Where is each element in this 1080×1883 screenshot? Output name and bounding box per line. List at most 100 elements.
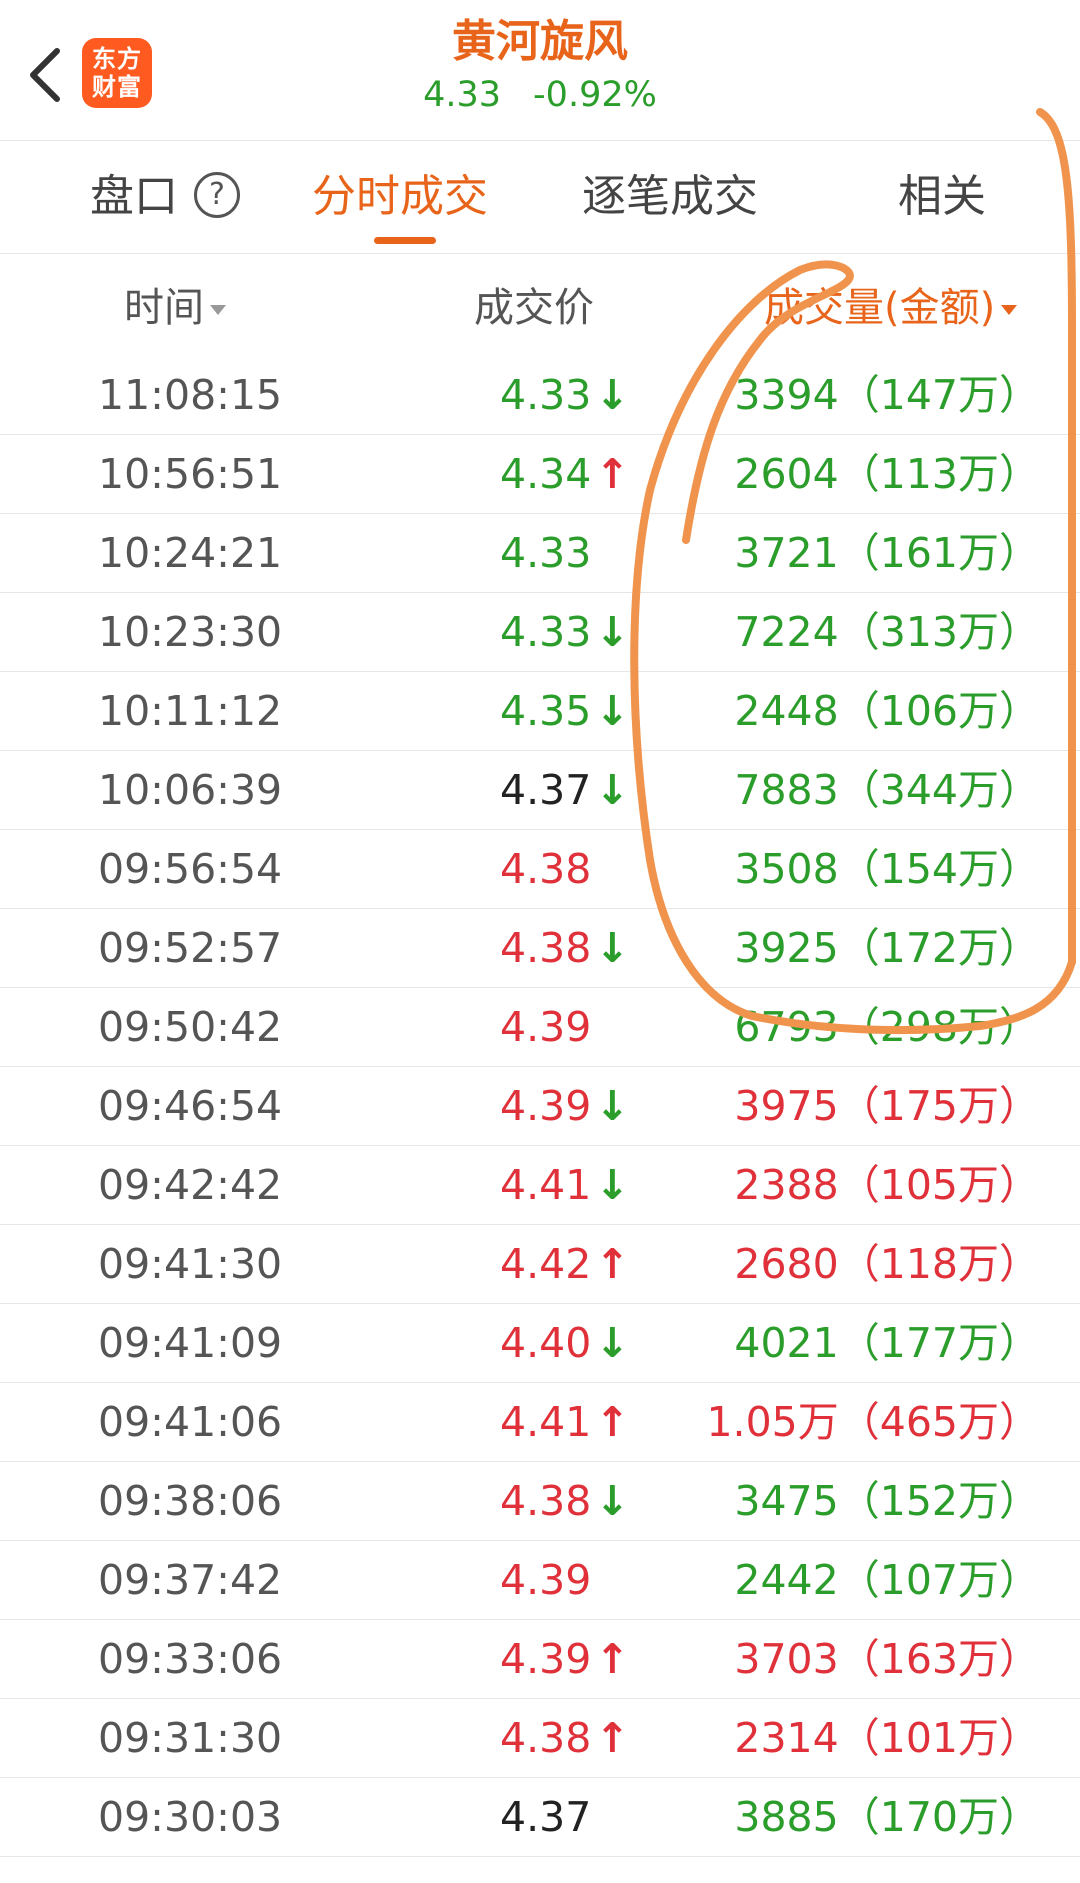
column-header-price: 成交价	[474, 282, 594, 334]
trade-price-value: 4.33	[500, 529, 592, 577]
trade-price-value: 4.39	[500, 1556, 592, 1604]
trade-time: 09:38:06	[98, 1477, 283, 1525]
arrow-down-icon: ↓	[595, 924, 630, 972]
trade-price-value: 4.40	[500, 1319, 592, 1367]
table-row: 09:56:54 4.38 3508（154万）	[0, 830, 1080, 909]
top-bar: 东方 财富 黄河旋风 4.33 -0.92%	[0, 0, 1080, 141]
trade-volume: 1.05万（465万）	[706, 1398, 1040, 1446]
price-line: 4.33 -0.92%	[0, 72, 1080, 118]
trade-time: 10:24:21	[98, 529, 283, 577]
trade-price: 4.33↓	[500, 356, 630, 434]
arrow-down-icon: ↓	[595, 1082, 630, 1130]
table-row: 09:33:06 4.39↑ 3703（163万）	[0, 1620, 1080, 1699]
tab-pankou[interactable]: 盘口?	[90, 169, 240, 225]
trade-volume: 6793（298万）	[734, 1003, 1040, 1051]
trade-volume: 4021（177万）	[734, 1319, 1040, 1367]
table-row: 09:30:03 4.37 3885（170万）	[0, 1778, 1080, 1857]
trade-price-value: 4.34	[500, 450, 592, 498]
tab-label: 相关	[898, 171, 986, 222]
trade-volume: 2604（113万）	[734, 450, 1040, 498]
active-tab-indicator	[374, 237, 436, 244]
trade-volume: 2314（101万）	[734, 1714, 1040, 1762]
table-row: 10:11:12 4.35↓ 2448（106万）	[0, 672, 1080, 751]
table-row: 09:46:54 4.39↓ 3975（175万）	[0, 1067, 1080, 1146]
trade-time: 10:06:39	[98, 766, 283, 814]
table-row: 09:37:42 4.39 2442（107万）	[0, 1541, 1080, 1620]
trade-list[interactable]: 11:08:15 4.33↓ 3394（147万） 10:56:51 4.34↑ 2604…	[0, 356, 1080, 1857]
arrow-down-icon: ↓	[595, 766, 630, 814]
arrow-down-icon: ↓	[595, 371, 630, 419]
trade-volume: 3703（163万）	[734, 1635, 1040, 1683]
table-row: 09:41:06 4.41↑ 1.05万（465万）	[0, 1383, 1080, 1462]
trade-volume: 3925（172万）	[734, 924, 1040, 972]
trade-price: 4.38	[500, 830, 591, 908]
trade-time: 09:50:42	[98, 1003, 283, 1051]
trade-time: 09:31:30	[98, 1714, 283, 1762]
column-label: 成交量(金额)	[764, 285, 996, 331]
trade-price: 4.39	[500, 988, 591, 1066]
arrow-down-icon: ↓	[595, 608, 630, 656]
trade-volume: 7224（313万）	[734, 608, 1040, 656]
trade-price: 4.33↓	[500, 593, 630, 671]
arrow-up-icon: ↑	[595, 450, 630, 498]
column-label: 时间	[124, 285, 204, 331]
trade-volume: 3721（161万）	[734, 529, 1040, 577]
trade-price: 4.39↑	[500, 1620, 630, 1698]
trade-price: 4.38↑	[500, 1699, 630, 1777]
trade-price-value: 4.38	[500, 1477, 592, 1525]
arrow-up-icon: ↑	[595, 1714, 630, 1762]
tab-fenshi-chengjiao[interactable]: 分时成交	[312, 169, 488, 225]
table-row: 11:08:15 4.33↓ 3394（147万）	[0, 356, 1080, 435]
tab-bar: 盘口? 分时成交 逐笔成交 相关	[0, 141, 1080, 254]
arrow-up-icon: ↑	[595, 1635, 630, 1683]
column-header-volume[interactable]: 成交量(金额)	[764, 282, 1018, 334]
stock-name: 黄河旋风	[452, 16, 628, 67]
table-row: 09:38:06 4.38↓ 3475（152万）	[0, 1462, 1080, 1541]
trade-time: 09:37:42	[98, 1556, 283, 1604]
table-row: 10:56:51 4.34↑ 2604（113万）	[0, 435, 1080, 514]
table-row: 09:52:57 4.38↓ 3925（172万）	[0, 909, 1080, 988]
trade-price: 4.41↑	[500, 1383, 630, 1461]
trade-price: 4.37↓	[500, 751, 630, 829]
trade-volume: 2388（105万）	[734, 1161, 1040, 1209]
trade-price: 4.38↓	[500, 909, 630, 987]
trade-price: 4.42↑	[500, 1225, 630, 1303]
trade-price: 4.35↓	[500, 672, 630, 750]
table-row: 10:23:30 4.33↓ 7224（313万）	[0, 593, 1080, 672]
trade-time: 09:52:57	[98, 924, 283, 972]
trade-volume: 3394（147万）	[734, 371, 1040, 419]
sort-caret-icon	[1001, 305, 1018, 315]
arrow-down-icon: ↓	[595, 687, 630, 735]
trade-volume: 3975（175万）	[734, 1082, 1040, 1130]
sort-caret-icon	[210, 305, 226, 315]
trade-time: 09:33:06	[98, 1635, 283, 1683]
help-circle-icon[interactable]: ?	[194, 172, 240, 218]
trade-price: 4.39	[500, 1541, 591, 1619]
trade-price-value: 4.33	[500, 371, 592, 419]
trade-volume: 3475（152万）	[734, 1477, 1040, 1525]
trade-price-value: 4.41	[500, 1161, 592, 1209]
trade-time: 09:41:06	[98, 1398, 283, 1446]
trade-time: 09:42:42	[98, 1161, 283, 1209]
arrow-down-icon: ↓	[595, 1477, 630, 1525]
table-row: 09:41:09 4.40↓ 4021（177万）	[0, 1304, 1080, 1383]
table-row: 09:41:30 4.42↑ 2680（118万）	[0, 1225, 1080, 1304]
tab-xiangguan[interactable]: 相关	[898, 169, 986, 225]
trade-price-value: 4.33	[500, 608, 592, 656]
trade-price: 4.34↑	[500, 435, 630, 513]
tab-zhubi-chengjiao[interactable]: 逐笔成交	[582, 169, 758, 225]
trade-volume: 3508（154万）	[734, 845, 1040, 893]
trade-price: 4.40↓	[500, 1304, 630, 1382]
table-row: 09:50:42 4.39 6793（298万）	[0, 988, 1080, 1067]
trade-price: 4.33	[500, 514, 591, 592]
table-row: 10:24:21 4.33 3721（161万）	[0, 514, 1080, 593]
table-row: 09:31:30 4.38↑ 2314（101万）	[0, 1699, 1080, 1778]
trade-price-value: 4.37	[500, 766, 592, 814]
trade-time: 09:30:03	[98, 1793, 283, 1841]
column-label: 成交价	[474, 285, 594, 331]
trade-price: 4.37	[500, 1778, 591, 1856]
trade-price-value: 4.42	[500, 1240, 592, 1288]
tab-label: 盘口	[90, 171, 178, 222]
column-header-time[interactable]: 时间	[124, 282, 226, 334]
trade-price-value: 4.39	[500, 1635, 592, 1683]
